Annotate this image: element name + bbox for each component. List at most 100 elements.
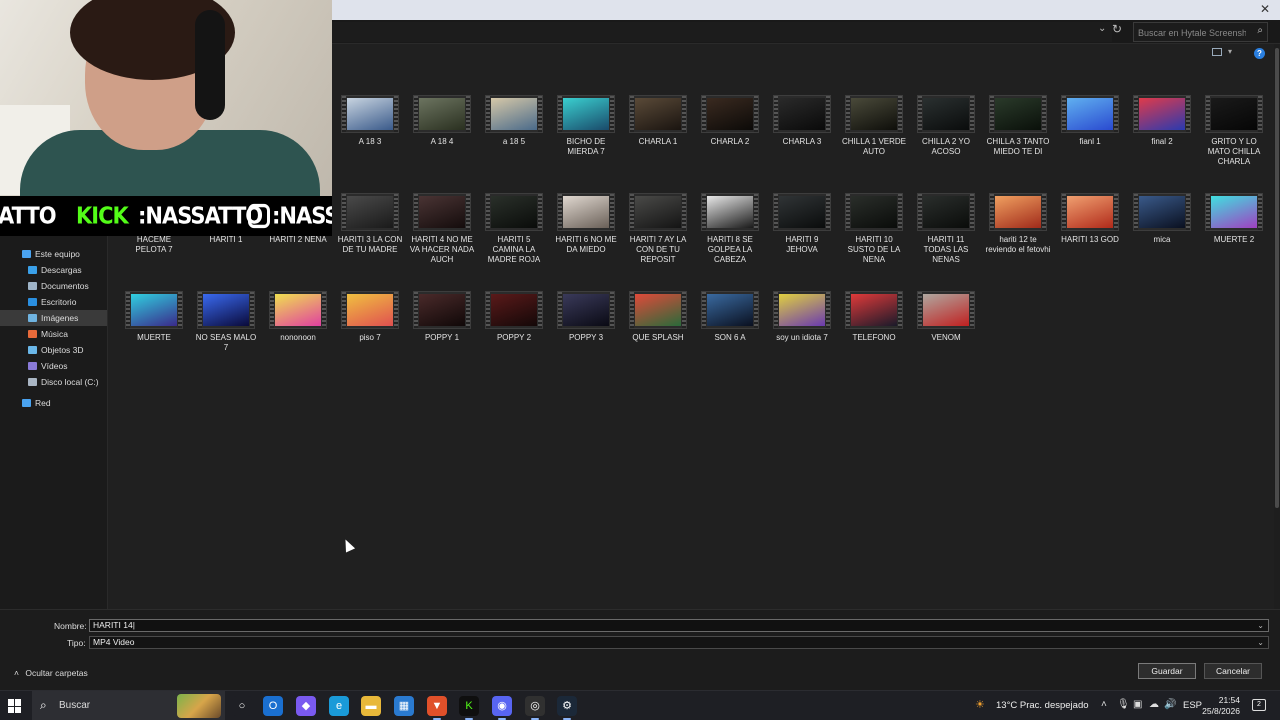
nav-item[interactable]: Escritorio [0,294,107,310]
file-tile[interactable]: QUE SPLASH [625,291,691,387]
file-tile[interactable]: HARITI 11 TODAS LAS NENAS [913,193,979,289]
scrollbar-thumb[interactable] [1275,48,1279,508]
nav-item[interactable]: Descargas [0,262,107,278]
file-tile[interactable]: BICHO DE MIERDA 7 [553,95,619,191]
file-tile[interactable]: nononoon [265,291,331,387]
microphone-icon[interactable]: 🎙 [1117,699,1130,710]
windows-start-icon[interactable] [8,699,22,713]
volume-icon[interactable]: 🔊 [1164,699,1176,710]
close-icon[interactable]: ✕ [1258,2,1272,16]
task-view-icon[interactable]: ○ [232,696,252,716]
file-tile[interactable]: soy un idiota 7 [769,291,835,387]
file-tile[interactable]: CHARLA 1 [625,95,691,191]
filename-field[interactable]: HARITI 14| ⌄ [89,619,1269,632]
store-icon[interactable]: ▦ [394,696,414,716]
file-name: HARITI 7 AY LA CON DE TU REPOSIT [629,235,687,264]
video-thumbnail [557,193,615,231]
file-tile[interactable]: HARITI 5 CAMINA LA MADRE ROJA [481,193,547,289]
file-tile[interactable]: POPPY 2 [481,291,547,387]
chevron-down-icon[interactable]: ⌄ [1257,637,1264,648]
file-tile[interactable]: POPPY 3 [553,291,619,387]
cancel-button[interactable]: Cancelar [1204,663,1262,679]
file-tile[interactable]: HARITI 8 SE GOLPEA LA CABEZA [697,193,763,289]
file-tile[interactable]: HARITI 13 GOD [1057,193,1123,289]
notification-icon[interactable]: 2 [1252,699,1266,711]
file-tile[interactable]: mica [1129,193,1195,289]
video-thumbnail [197,291,255,329]
brave-icon[interactable]: ▼ [427,696,447,720]
file-tile[interactable]: HARITI 6 NO ME DA MIEDO [553,193,619,289]
thumbnail-image [491,294,537,326]
file-type-select[interactable]: MP4 Video ⌄ [89,636,1269,649]
thumbnail-image [491,98,537,130]
taskbar-search[interactable]: ⌕ Buscar [32,691,225,720]
kick-app-icon[interactable]: K [459,696,479,720]
file-tile[interactable]: HARITI 3 LA CON DE TU MADRE [337,193,403,289]
hide-folders-toggle[interactable]: ˄ Ocultar carpetas [14,668,88,678]
file-tile[interactable]: HARITI 10 SUSTO DE LA NENA [841,193,907,289]
video-thumbnail [917,291,975,329]
search-icon[interactable]: ⌕ [1257,25,1263,36]
video-thumbnail [413,291,471,329]
video-thumbnail [845,291,903,329]
nav-item[interactable]: Este equipo [0,246,107,262]
nav-item[interactable]: Música [0,326,107,342]
save-button[interactable]: Guardar [1138,663,1196,679]
help-icon[interactable]: ? [1254,48,1265,59]
nav-item[interactable]: Objetos 3D [0,342,107,358]
file-tile[interactable]: piso 7 [337,291,403,387]
meet-icon[interactable]: ▣ [1133,699,1142,710]
scrollbar[interactable] [1274,44,1280,609]
refresh-icon[interactable]: ↻ [1112,22,1122,36]
network-icon[interactable]: ☁ [1149,699,1159,710]
clock[interactable]: 21:54 25/8/2026 [1200,695,1240,717]
nav-item[interactable]: Vídeos [0,358,107,374]
file-tile[interactable]: A 18 4 [409,95,475,191]
nav-item[interactable]: Documentos [0,278,107,294]
file-tile[interactable]: CHILLA 1 VERDE AUTO [841,95,907,191]
file-tile[interactable]: NO SEAS MALO 7 [193,291,259,387]
nav-item[interactable]: Imágenes [0,310,107,326]
address-field[interactable] [332,22,1112,42]
discord-icon[interactable]: ◉ [492,696,512,720]
edge-icon[interactable]: e [329,696,349,716]
nav-item[interactable]: Red [0,395,107,411]
file-tile[interactable]: CHARLA 2 [697,95,763,191]
view-options-icon[interactable] [1212,48,1222,56]
file-tile[interactable]: CHILLA 3 TANTO MIEDO TE DI [985,95,1051,191]
file-tile[interactable]: CHARLA 3 [769,95,835,191]
file-tile[interactable]: final 2 [1129,95,1195,191]
file-tile[interactable]: HARITI 7 AY LA CON DE TU REPOSIT [625,193,691,289]
file-tile[interactable]: A 18 3 [337,95,403,191]
chevron-down-icon[interactable]: ⌄ [1098,23,1106,34]
file-tile[interactable]: MUERTE 2 [1201,193,1267,289]
file-explorer-icon[interactable]: ▬ [361,696,381,716]
file-tile[interactable]: CHILLA 2 YO ACOSO [913,95,979,191]
steam-icon[interactable]: ⚙ [557,696,577,720]
file-tile[interactable]: a 18 5 [481,95,547,191]
video-thumbnail [701,95,759,133]
file-tile[interactable]: POPPY 1 [409,291,475,387]
chevron-up-icon[interactable]: ˄ [1101,699,1107,710]
outlook-icon[interactable]: O [263,696,283,716]
file-tile[interactable]: MUERTE [121,291,187,387]
kick-handle: :NASSATTO [138,202,263,230]
search-highlight-image [177,694,221,718]
nav-item[interactable]: Disco local (C:) [0,374,107,390]
search-input[interactable] [1134,24,1246,42]
weather-text[interactable]: 13°C Prac. despejado [996,700,1089,711]
file-tile[interactable]: VENOM [913,291,979,387]
copilot-icon[interactable]: ◆ [296,696,316,716]
obs-icon[interactable]: ◎ [525,696,545,720]
file-tile[interactable]: HARITI 9 JEHOVA [769,193,835,289]
file-tile[interactable]: fianl 1 [1057,95,1123,191]
file-tile[interactable]: HARITI 4 NO ME VA HACER NADA AUCH [409,193,475,289]
thumbnail-image [851,196,897,228]
chevron-down-icon[interactable]: ▾ [1228,47,1232,56]
weather-icon[interactable]: ☀ [975,698,985,711]
file-tile[interactable]: SON 6 A [697,291,763,387]
file-tile[interactable]: GRITO Y LO MATO CHILLA CHARLA [1201,95,1267,191]
chevron-down-icon[interactable]: ⌄ [1257,620,1264,631]
file-tile[interactable]: TELEFONO [841,291,907,387]
file-tile[interactable]: hariti 12 te reviendo el fetovhi [985,193,1051,289]
